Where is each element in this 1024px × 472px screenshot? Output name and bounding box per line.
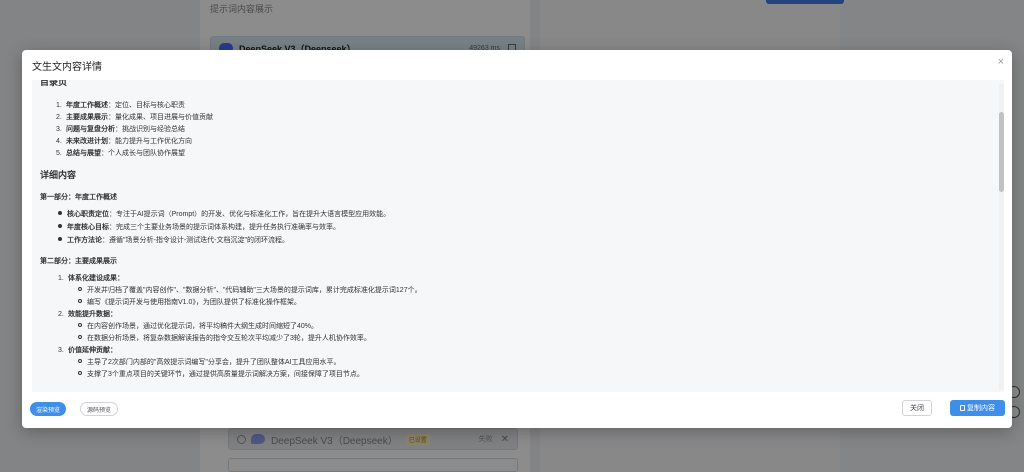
close-icon[interactable]: × xyxy=(998,56,1004,68)
toc-item: 5. 总结与展望：个人成长与团队协作展望 xyxy=(56,150,185,157)
modal-header: 文生文内容详情 × xyxy=(22,50,1012,80)
tab-rendered-preview[interactable]: 渲染预览 xyxy=(30,402,67,416)
toc-heading: 目录页 xyxy=(40,80,68,87)
toc-item: 4. 未来改进计划：能力提升与工作优化方向 xyxy=(56,138,192,145)
tab-source-preview[interactable]: 源码预览 xyxy=(80,402,119,416)
scrollbar-thumb[interactable] xyxy=(999,112,1004,192)
rendered-content[interactable]: 目录页 1. 年度工作概述：定位、目标与核心职责 2. 主要成果展示：量化成果、项目… xyxy=(32,80,1004,392)
list-item: 1. 体系化建设成果： xyxy=(58,275,124,282)
list-subitem: 支撑了3个重点项目的关键环节，通过提供高质量提示词解决方案，间接保障了项目节点。 xyxy=(58,369,422,381)
list-subitem: 主导了2次部门内部的"高效提示词编写"分享会，提升了团队整体AI工具应用水平。 xyxy=(58,357,422,369)
list-item: 年度核心目标：完成三个主要业务场景的提示词体系构建，提升任务执行准确率与效率。 xyxy=(58,221,390,234)
detail-heading: 详细内容 xyxy=(40,170,77,180)
close-button[interactable]: 关闭 xyxy=(902,400,932,416)
toc-item: 3. 问题与复盘分析：挑战识别与经验总结 xyxy=(56,126,185,133)
part1-heading: 第一部分：年度工作概述 xyxy=(40,194,117,201)
toc-item: 2. 主要成果展示：量化成果、项目进展与价值贡献 xyxy=(56,114,213,121)
list-item: 工作方法论：遵循"场景分析-指令设计-测试迭代-文档沉淀"的闭环流程。 xyxy=(58,234,390,247)
part2-list: 1. 体系化建设成果： 开发并归档了覆盖"内容创作"、"数据分析"、"代码辅助"三… xyxy=(58,273,422,381)
modal-title: 文生文内容详情 xyxy=(32,61,102,73)
toc-list: 1. 年度工作概述：定位、目标与核心职责 2. 主要成果展示：量化成果、项目进展与价… xyxy=(56,100,213,160)
modal-footer: 渲染预览 源码预览 关闭 复制内容 xyxy=(22,398,1012,422)
toc-item: 1. 年度工作概述：定位、目标与核心职责 xyxy=(56,102,185,109)
list-subitem: 在内容创作场景，通过优化提示词，将平均稿件大纲生成时间缩短了40%。 xyxy=(58,321,422,333)
content-detail-modal: 文生文内容详情 × 目录页 1. 年度工作概述：定位、目标与核心职责 2. 主要成果… xyxy=(22,50,1012,428)
list-item: 3. 价值延伸贡献： xyxy=(58,347,117,354)
list-item: 2. 效能提升数据： xyxy=(58,311,117,318)
part1-list: 核心职责定位：专注于AI提示词（Prompt）的开发、优化与标准化工作，旨在提升… xyxy=(58,208,390,247)
copy-icon xyxy=(960,405,965,411)
list-item: 核心职责定位：专注于AI提示词（Prompt）的开发、优化与标准化工作，旨在提升… xyxy=(58,208,390,221)
list-subitem: 编写《提示词开发与使用指南V1.0》，为团队提供了标准化操作框架。 xyxy=(58,297,422,309)
copy-button-label: 复制内容 xyxy=(967,405,995,412)
part2-heading: 第二部分：主要成果展示 xyxy=(40,258,117,265)
list-subitem: 在数据分析场景，将复杂数据解读报告的指令交互轮次平均减少了3轮，提升人机协作效率… xyxy=(58,333,422,345)
list-subitem: 开发并归档了覆盖"内容创作"、"数据分析"、"代码辅助"三大场景的提示词库，累计… xyxy=(58,285,422,297)
copy-content-button[interactable]: 复制内容 xyxy=(950,400,1005,416)
